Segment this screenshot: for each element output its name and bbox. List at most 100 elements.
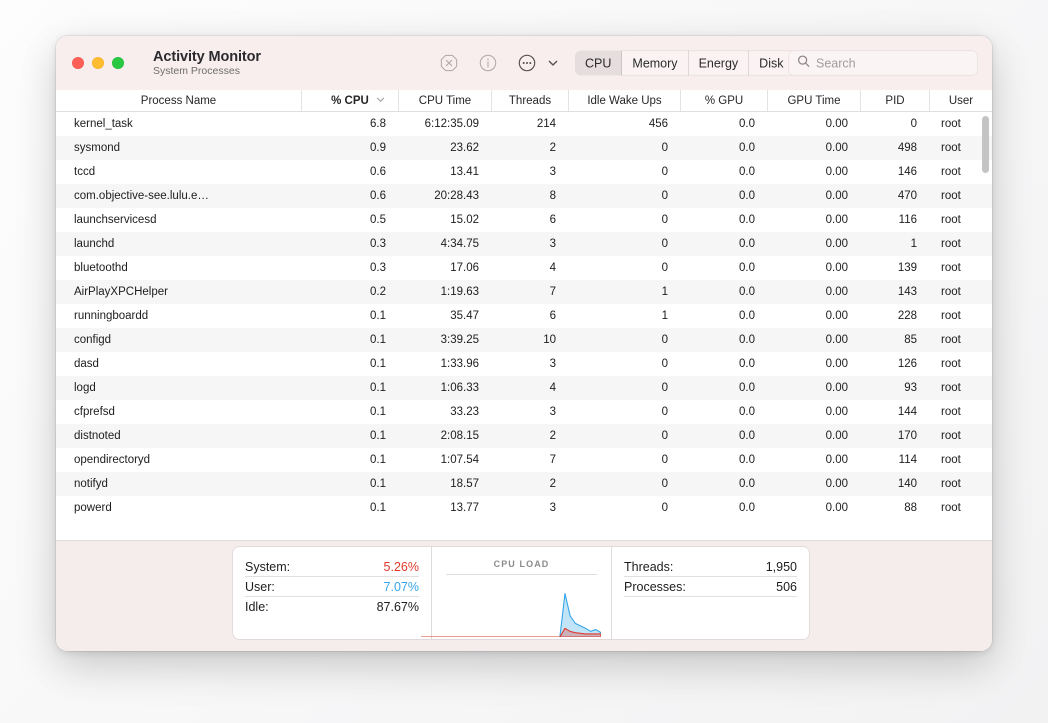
- cell-idle-wake-ups: 0: [661, 430, 668, 442]
- quit-process-icon[interactable]: [438, 52, 460, 74]
- tab-energy-label: Energy: [698, 56, 739, 70]
- table-row[interactable]: com.objective-see.lulu.e… 0.6 20:28.43 8 0 0.…: [56, 184, 992, 208]
- tab-memory[interactable]: Memory: [622, 50, 689, 76]
- table-row[interactable]: tccd 0.6 13.41 3 0 0.0 0.00 146 root: [56, 160, 992, 184]
- cell-cpu-time: 2:08.15: [440, 430, 479, 442]
- cell-pid: 146: [897, 166, 917, 178]
- cpu-load-graph: [421, 575, 601, 637]
- table-row[interactable]: dasd 0.1 1:33.96 3 0 0.0 0.00 126 root: [56, 352, 992, 376]
- process-table: Process Name % CPU CPU Time Threads Idle…: [56, 90, 992, 540]
- cell-gpu-time: 0.00: [825, 262, 848, 274]
- cell-cpu: 0.1: [370, 310, 386, 322]
- cell-threads: 214: [536, 118, 556, 130]
- cell-gpu-time: 0.00: [825, 454, 848, 466]
- inspect-process-icon[interactable]: [477, 52, 499, 74]
- table-row[interactable]: kernel_task 6.8 6:12:35.09 214 456 0.0 0.00 0 ro…: [56, 112, 992, 136]
- count-value-threads: 1,950: [765, 559, 797, 574]
- cell-gpu: 0.0: [739, 382, 755, 394]
- tab-energy[interactable]: Energy: [689, 50, 750, 76]
- column-header-threads[interactable]: Threads: [492, 90, 569, 111]
- cell-cpu-time: 1:33.96: [440, 358, 479, 370]
- cell-idle-wake-ups: 0: [661, 214, 668, 226]
- table-row[interactable]: launchservicesd 0.5 15.02 6 0 0.0 0.00 116 root: [56, 208, 992, 232]
- column-header-cpu-time[interactable]: CPU Time: [399, 90, 492, 111]
- cell-cpu: 0.5: [370, 214, 386, 226]
- count-label-threads: Threads:: [624, 559, 674, 574]
- activity-monitor-window: Activity Monitor System Processes CPU Me…: [56, 36, 992, 651]
- stat-row-user: User: 7.07%: [245, 577, 419, 597]
- cell-idle-wake-ups: 0: [661, 238, 668, 250]
- cell-cpu: 0.1: [370, 382, 386, 394]
- cell-threads: 6: [549, 214, 556, 226]
- cell-gpu-time: 0.00: [825, 358, 848, 370]
- column-header-gpu-time[interactable]: GPU Time: [768, 90, 861, 111]
- column-header-label: User: [948, 94, 974, 107]
- count-row-processes: Processes: 506: [624, 577, 797, 597]
- table-row[interactable]: AirPlayXPCHelper 0.2 1:19.63 7 1 0.0 0.00 143 ro…: [56, 280, 992, 304]
- column-header-label: Idle Wake Ups: [587, 94, 662, 107]
- maximize-window-button[interactable]: [112, 57, 124, 69]
- minimize-window-button[interactable]: [92, 57, 104, 69]
- chevron-down-icon[interactable]: [546, 52, 568, 74]
- close-window-button[interactable]: [72, 57, 84, 69]
- cell-gpu: 0.0: [739, 478, 755, 490]
- column-header-pid[interactable]: PID: [861, 90, 930, 111]
- cell-pid: 228: [897, 310, 917, 322]
- column-header-gpu-percent[interactable]: % GPU: [681, 90, 768, 111]
- cell-gpu: 0.0: [739, 358, 755, 370]
- scrollbar-thumb[interactable]: [982, 116, 989, 173]
- cell-idle-wake-ups: 0: [661, 190, 668, 202]
- table-row[interactable]: powerd 0.1 13.77 3 0 0.0 0.00 88 root: [56, 496, 992, 520]
- window-controls: [72, 57, 124, 69]
- cell-pid: 0: [910, 118, 917, 130]
- cell-cpu: 0.3: [370, 238, 386, 250]
- cell-gpu-time: 0.00: [825, 118, 848, 130]
- table-row[interactable]: configd 0.1 3:39.25 10 0 0.0 0.00 85 root: [56, 328, 992, 352]
- cell-threads: 2: [549, 478, 556, 490]
- column-header-cpu-percent[interactable]: % CPU: [302, 90, 399, 111]
- column-header-user[interactable]: User: [930, 90, 992, 111]
- table-scrollbar[interactable]: [982, 116, 989, 514]
- table-row[interactable]: bluetoothd 0.3 17.06 4 0 0.0 0.00 139 root: [56, 256, 992, 280]
- cell-threads: 8: [549, 190, 556, 202]
- table-row[interactable]: distnoted 0.1 2:08.15 2 0 0.0 0.00 170 root: [56, 424, 992, 448]
- table-body: kernel_task 6.8 6:12:35.09 214 456 0.0 0.00 0 ro…: [56, 112, 992, 540]
- cell-gpu-time: 0.00: [825, 502, 848, 514]
- table-row[interactable]: sysmond 0.9 23.62 2 0 0.0 0.00 498 root: [56, 136, 992, 160]
- table-row[interactable]: logd 0.1 1:06.33 4 0 0.0 0.00 93 root: [56, 376, 992, 400]
- tab-cpu[interactable]: CPU: [575, 50, 623, 76]
- cell-idle-wake-ups: 456: [648, 118, 668, 130]
- table-row[interactable]: runningboardd 0.1 35.47 6 1 0.0 0.00 228 root: [56, 304, 992, 328]
- table-header-row: Process Name % CPU CPU Time Threads Idle…: [56, 90, 992, 112]
- cell-idle-wake-ups: 0: [661, 262, 668, 274]
- view-options-icon[interactable]: [516, 52, 538, 74]
- cell-name: dasd: [74, 358, 99, 370]
- count-value-processes: 506: [776, 579, 797, 594]
- tab-cpu-label: CPU: [585, 56, 612, 70]
- column-header-idle-wake-ups[interactable]: Idle Wake Ups: [569, 90, 681, 111]
- tab-memory-label: Memory: [632, 56, 678, 70]
- table-row[interactable]: cfprefsd 0.1 33.23 3 0 0.0 0.00 144 root: [56, 400, 992, 424]
- cell-cpu-time: 15.02: [450, 214, 479, 226]
- column-header-label: % CPU: [331, 94, 369, 107]
- cell-pid: 88: [904, 502, 917, 514]
- count-row-threads: Threads: 1,950: [624, 557, 797, 577]
- cell-name: launchd: [74, 238, 115, 250]
- cell-gpu-time: 0.00: [825, 478, 848, 490]
- table-row[interactable]: notifyd 0.1 18.57 2 0 0.0 0.00 140 root: [56, 472, 992, 496]
- cell-name: kernel_task: [74, 118, 133, 130]
- search-field[interactable]: Search: [788, 50, 978, 76]
- cell-pid: 140: [897, 478, 917, 490]
- footer-panels: System: 5.26% User: 7.07% Idle: 87.67% C…: [233, 547, 809, 639]
- cell-threads: 10: [543, 334, 556, 346]
- table-row[interactable]: opendirectoryd 0.1 1:07.54 7 0 0.0 0.00 114 root: [56, 448, 992, 472]
- desktop-background: Activity Monitor System Processes CPU Me…: [0, 0, 1048, 723]
- column-header-process-name[interactable]: Process Name: [56, 90, 302, 111]
- table-row[interactable]: launchd 0.3 4:34.75 3 0 0.0 0.00 1 root: [56, 232, 992, 256]
- cell-pid: 116: [898, 214, 917, 226]
- cell-name: tccd: [74, 166, 96, 178]
- cell-pid: 170: [897, 430, 917, 442]
- cpu-load-graph-panel: CPU LOAD: [421, 547, 611, 639]
- cell-cpu: 0.1: [370, 502, 386, 514]
- cpu-load-graph-title: CPU LOAD: [493, 559, 550, 569]
